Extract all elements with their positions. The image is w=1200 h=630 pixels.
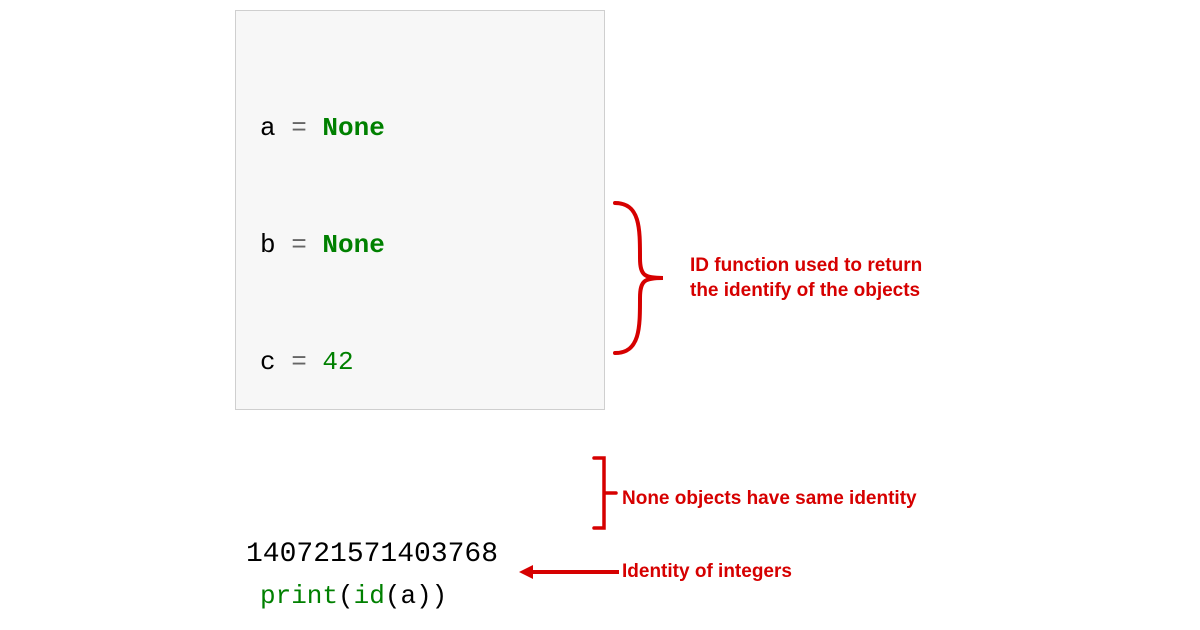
- int-literal: 42: [322, 347, 353, 377]
- code-line-b: b = None: [260, 226, 580, 265]
- annotation-int-identity: Identity of integers: [622, 560, 922, 585]
- arrow-left-icon: [519, 562, 619, 582]
- output-line-1: 140721571403768: [246, 534, 498, 576]
- eq-op: =: [276, 347, 323, 377]
- output-block: 140721571403768 140721571403768 29008302…: [246, 450, 498, 630]
- eq-op: =: [276, 113, 323, 143]
- curly-brace-icon: [595, 198, 675, 358]
- var-c: c: [260, 347, 276, 377]
- code-line-c: c = 42: [260, 343, 580, 382]
- var-b: b: [260, 230, 276, 260]
- annotation-none-identity: None objects have same identity: [622, 487, 962, 512]
- annotation-id-function: ID function used to return the identify …: [690, 254, 950, 303]
- annotation-line: the identify of the objects: [690, 280, 920, 301]
- eq-op: =: [276, 230, 323, 260]
- none-keyword: None: [322, 113, 384, 143]
- code-line-a: a = None: [260, 109, 580, 148]
- bracket-icon: [590, 454, 620, 532]
- none-keyword: None: [322, 230, 384, 260]
- var-a: a: [260, 113, 276, 143]
- code-block: a = None b = None c = 42 print(id(a)) pr…: [235, 10, 605, 410]
- annotation-line: ID function used to return: [690, 255, 922, 276]
